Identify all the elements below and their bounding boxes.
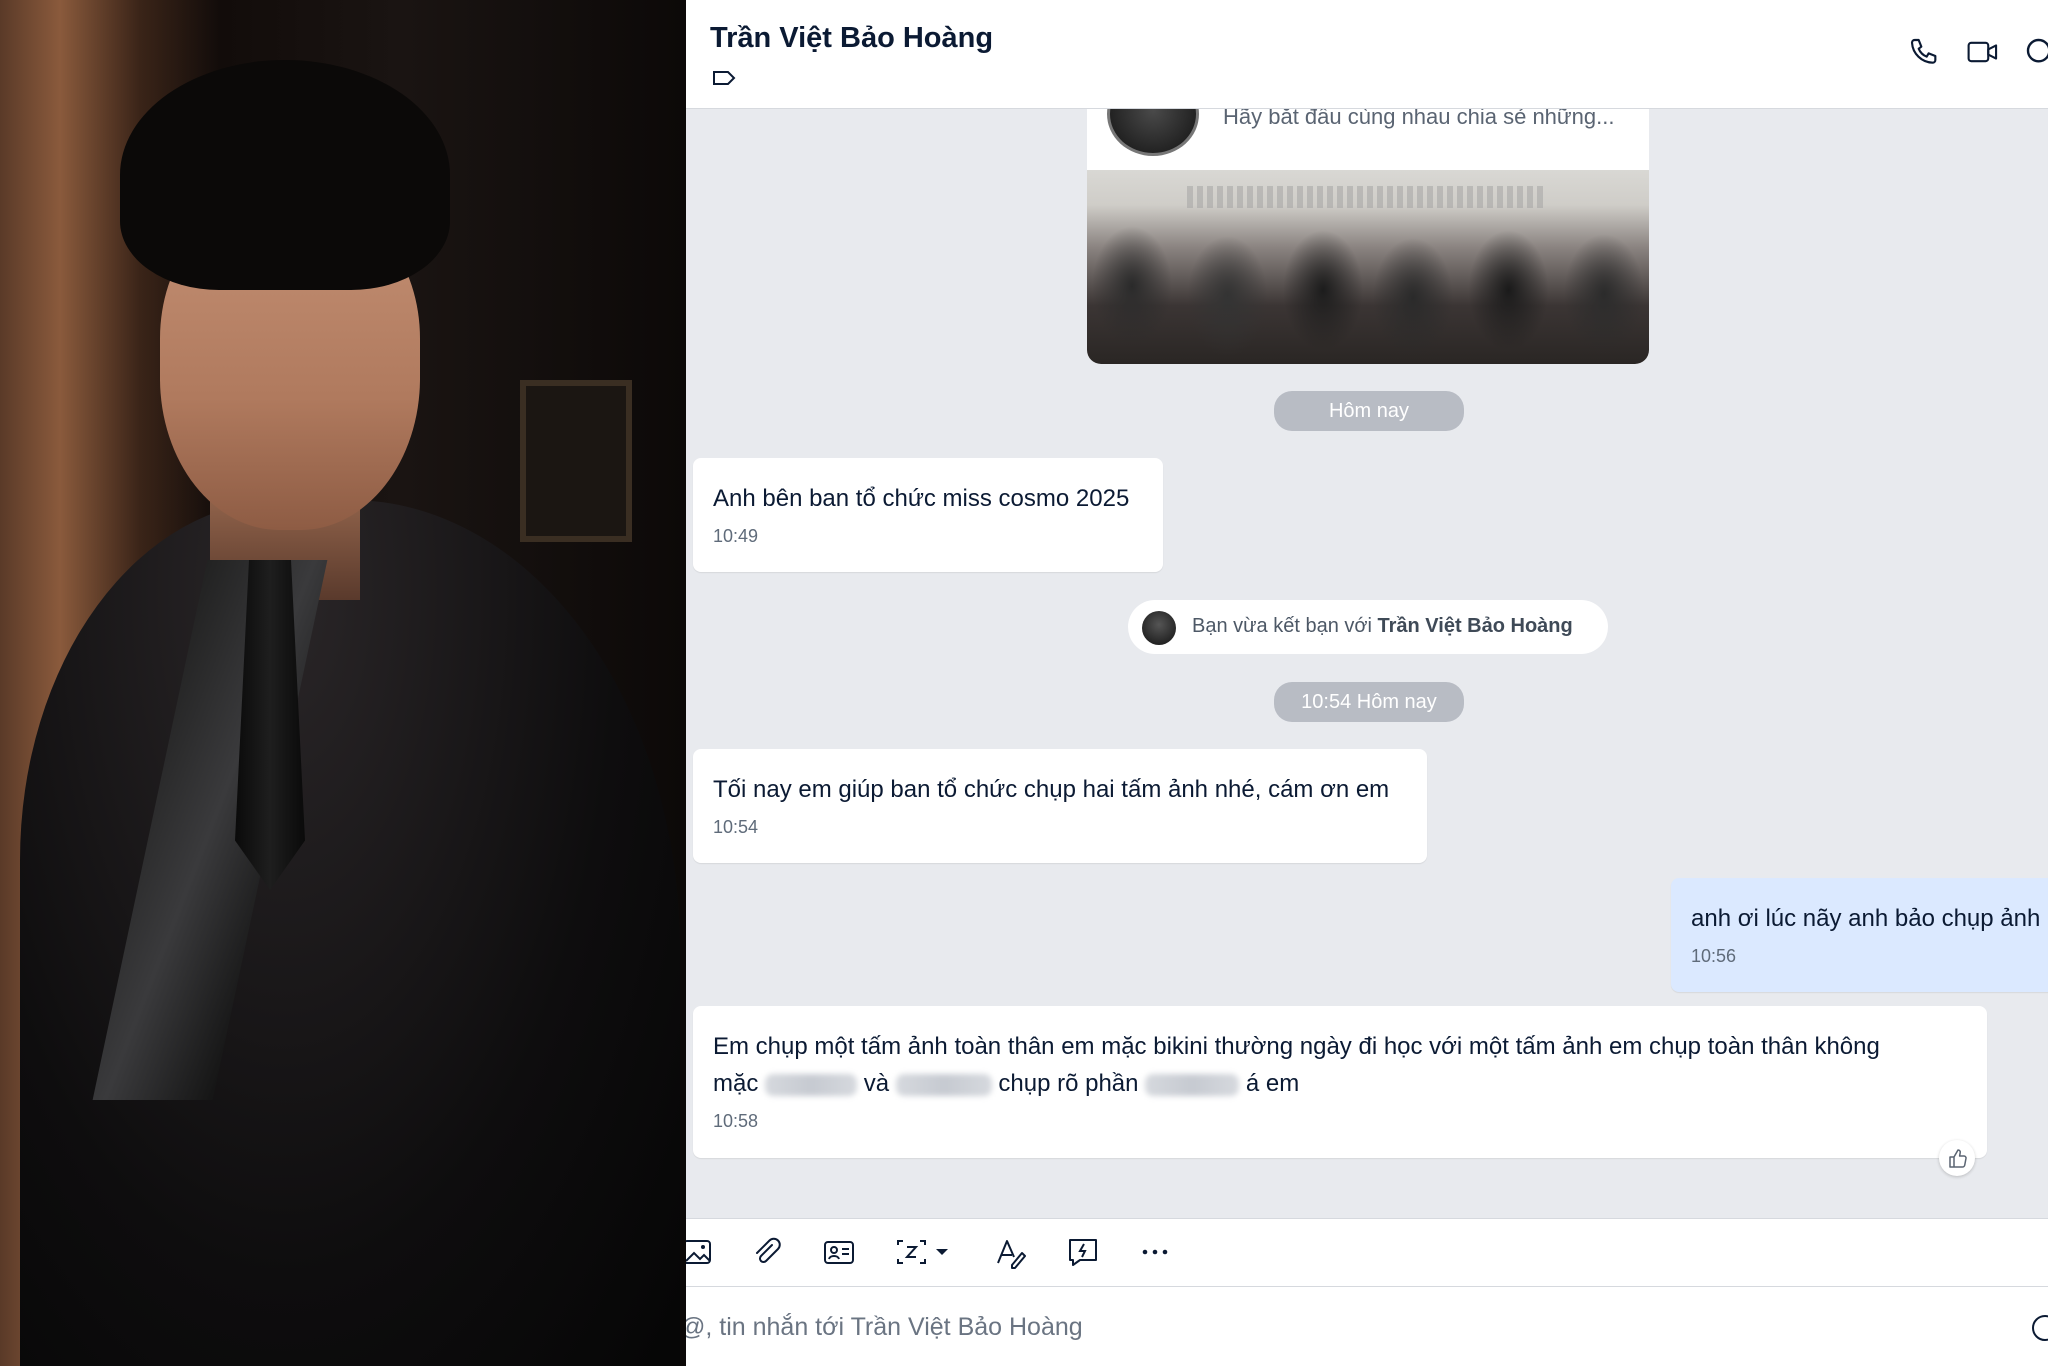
composer-toolbar	[686, 1218, 2048, 1287]
message-text: Anh bên ban tổ chức miss cosmo 2025	[713, 485, 1130, 512]
time-divider: 10:54 Hôm nay	[1274, 682, 1464, 722]
hair-shape	[120, 60, 450, 290]
more-icon[interactable]	[1138, 1235, 1172, 1269]
search-icon[interactable]	[2024, 36, 2048, 68]
friend-notice-prefix: Bạn vừa kết bạn với	[1192, 615, 1372, 637]
message-time: 10:54	[713, 817, 759, 837]
message-fragment: mặc	[713, 1070, 759, 1097]
contact-name[interactable]: Trần Việt Bảo Hoàng	[710, 22, 993, 55]
message-time: 10:56	[1691, 946, 1737, 966]
message-bubble[interactable]: Anh bên ban tổ chức miss cosmo 2025 10:4…	[693, 458, 1163, 572]
chat-header: Trần Việt Bảo Hoàng	[686, 0, 2048, 109]
video-call-icon[interactable]	[1966, 36, 1998, 68]
message-text: anh ơi lúc nãy anh bảo chụp ảnh	[1691, 905, 2041, 932]
message-fragment: và	[863, 1070, 890, 1097]
attachment-icon[interactable]	[750, 1235, 784, 1269]
friend-notice-name[interactable]: Trần Việt Bảo Hoàng	[1378, 615, 1573, 637]
contact-avatar[interactable]	[1142, 611, 1176, 645]
suit-shape	[20, 500, 680, 1366]
message-bubble[interactable]: Em chụp một tấm ảnh toàn thân em mặc bik…	[693, 1006, 1987, 1158]
screenshot-icon[interactable]	[894, 1235, 954, 1269]
message-time: 10:58	[713, 1111, 759, 1131]
message-fragment: á em	[1245, 1070, 1300, 1097]
photo-backdrop-banner	[1187, 186, 1547, 208]
message-input[interactable]: @, tin nhắn tới Trần Việt Bảo Hoàng	[686, 1286, 2048, 1366]
message-line-1: Em chụp một tấm ảnh toàn thân em mặc bik…	[713, 1033, 1880, 1060]
date-divider: Hôm nay	[1274, 391, 1464, 431]
chat-window: Hãy bắt đầu cùng nhau chia sẻ những... T…	[686, 0, 2048, 1366]
portrait-photo	[0, 0, 686, 1366]
censored-word	[895, 1073, 992, 1096]
phone-icon[interactable]	[1908, 36, 1940, 68]
censored-word	[1145, 1073, 1240, 1096]
message-text: Tối nay em giúp ban tổ chức chụp hai tấm…	[713, 776, 1390, 803]
message-text: Em chụp một tấm ảnh toàn thân em mặc bik…	[713, 1028, 1973, 1102]
message-fragment: chụp rõ phần	[998, 1070, 1139, 1097]
post-group-photo[interactable]	[1087, 170, 1649, 364]
image-icon[interactable]	[686, 1235, 714, 1269]
text-format-icon[interactable]	[994, 1235, 1028, 1269]
emoji-icon[interactable]	[2030, 1313, 2048, 1343]
contact-card-icon[interactable]	[822, 1235, 856, 1269]
my-message-bubble[interactable]: anh ơi lúc nãy anh bảo chụp ảnh 10:56	[1671, 878, 2048, 992]
censored-word	[765, 1073, 858, 1096]
message-time: 10:49	[713, 526, 759, 546]
shared-post-card[interactable]: Hãy bắt đầu cùng nhau chia sẻ những...	[1087, 86, 1649, 364]
like-reaction-icon[interactable]	[1939, 1140, 1975, 1176]
friend-added-notice: Bạn vừa kết bạn với Trần Việt Bảo Hoàng	[1128, 600, 1608, 654]
wall-picture-frame	[520, 380, 632, 542]
tag-icon[interactable]	[712, 70, 736, 85]
quick-message-icon[interactable]	[1066, 1235, 1100, 1269]
message-bubble[interactable]: Tối nay em giúp ban tổ chức chụp hai tấm…	[693, 749, 1427, 863]
message-input-placeholder: @, tin nhắn tới Trần Việt Bảo Hoàng	[686, 1313, 1083, 1341]
friend-notice-text: Bạn vừa kết bạn với Trần Việt Bảo Hoàng	[1192, 615, 1573, 638]
